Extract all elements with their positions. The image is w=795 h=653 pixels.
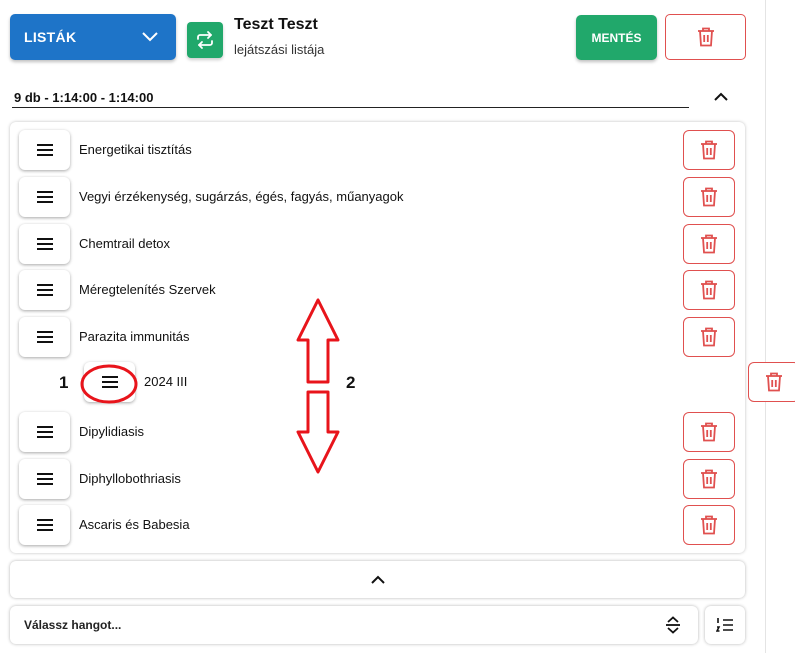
- trash-icon: [697, 27, 715, 47]
- delete-item-button[interactable]: [683, 317, 735, 357]
- drag-handle-icon: [36, 426, 53, 438]
- chevron-up-icon: [714, 92, 728, 101]
- delete-item-button[interactable]: [683, 130, 735, 170]
- drag-handle[interactable]: [19, 317, 70, 357]
- drag-handle-icon: [36, 331, 53, 343]
- drag-handle[interactable]: [19, 177, 70, 217]
- list-item: Dipylidiasis: [10, 412, 745, 452]
- list-item-label: Diphyllobothriasis: [79, 471, 181, 486]
- list-item-label: Chemtrail detox: [79, 236, 171, 251]
- drag-handle[interactable]: [19, 505, 70, 545]
- sound-select[interactable]: Válassz hangot...: [10, 606, 698, 644]
- trash-icon: [700, 327, 718, 347]
- list-item-label: Vegyi érzékenység, sugárzás, égés, fagyá…: [79, 189, 404, 204]
- expand-button[interactable]: [10, 561, 745, 598]
- list-item: Energetikai tisztítás: [10, 130, 745, 170]
- drag-handle[interactable]: [19, 412, 70, 452]
- delete-item-button[interactable]: [683, 224, 735, 264]
- dragging-item-handle[interactable]: [84, 362, 135, 402]
- trash-icon: [700, 469, 718, 489]
- swap-arrows-icon: [195, 30, 215, 50]
- delete-item-button[interactable]: [683, 459, 735, 499]
- trash-icon: [700, 280, 718, 300]
- divider: [765, 0, 766, 653]
- page-subtitle: lejátszási listája: [234, 42, 325, 57]
- delete-item-button[interactable]: [683, 177, 735, 217]
- list-item-label: Ascaris és Babesia: [79, 517, 190, 532]
- drag-handle[interactable]: [19, 270, 70, 310]
- drag-handle-icon: [36, 473, 53, 485]
- trash-icon: [700, 234, 718, 254]
- chevron-up-icon: [370, 575, 385, 584]
- drag-handle-icon: [36, 284, 53, 296]
- annotation-marker-2: 2: [346, 373, 356, 392]
- drag-handle[interactable]: [19, 224, 70, 264]
- playlist-items: Energetikai tisztítás Vegyi érzékenység,…: [10, 122, 745, 553]
- delete-playlist-button[interactable]: [665, 14, 746, 60]
- list-numbered-icon: [716, 617, 734, 633]
- collapse-button[interactable]: [711, 86, 731, 106]
- sound-select-value: Válassz hangot...: [24, 618, 122, 632]
- list-item: Ascaris és Babesia: [10, 505, 745, 545]
- delete-item-button[interactable]: [683, 270, 735, 310]
- trash-icon: [700, 515, 718, 535]
- list-item: Parazita immunitás: [10, 317, 745, 357]
- drag-handle-icon: [36, 191, 53, 203]
- list-item: Vegyi érzékenység, sugárzás, égés, fagyá…: [10, 177, 745, 217]
- save-button[interactable]: MENTÉS: [576, 15, 657, 60]
- lists-dropdown-label: LISTÁK: [24, 29, 77, 45]
- queue-list-button[interactable]: [705, 606, 745, 644]
- lists-dropdown-button[interactable]: LISTÁK: [10, 14, 176, 60]
- page-title: Teszt Teszt: [234, 16, 318, 33]
- list-item-label: Dipylidiasis: [79, 424, 145, 439]
- list-item-label: Méregtelenítés Szervek: [79, 282, 216, 297]
- swap-playlist-button[interactable]: [187, 22, 223, 58]
- list-item: Méregtelenítés Szervek: [10, 270, 745, 310]
- delete-item-button[interactable]: [683, 412, 735, 452]
- drag-handle-icon: [36, 144, 53, 156]
- drag-handle-icon: [101, 376, 118, 388]
- list-item: Chemtrail detox: [10, 224, 745, 264]
- trash-icon: [700, 422, 718, 442]
- trash-icon: [700, 187, 718, 207]
- playlist-editor: LISTÁK Teszt Teszt lejátszási listája ME…: [0, 0, 795, 653]
- drag-handle-icon: [36, 238, 53, 250]
- dragging-item-label: 2024 III: [144, 374, 188, 389]
- list-item-label: Energetikai tisztítás: [79, 142, 192, 157]
- chevron-down-icon: [142, 32, 158, 42]
- list-item: Diphyllobothriasis: [10, 459, 745, 499]
- summary-underline: [12, 107, 689, 108]
- annotation-marker-1: 1: [59, 373, 69, 392]
- list-item-label: Parazita immunitás: [79, 329, 190, 344]
- trash-icon: [765, 372, 783, 392]
- drag-handle-icon: [36, 519, 53, 531]
- drag-handle[interactable]: [19, 130, 70, 170]
- dragging-item-delete-button[interactable]: [748, 362, 795, 402]
- delete-item-button[interactable]: [683, 505, 735, 545]
- drag-handle[interactable]: [19, 459, 70, 499]
- playlist-summary: 9 db - 1:14:00 - 1:14:00: [14, 90, 154, 105]
- trash-icon: [700, 140, 718, 160]
- unfold-icon: [665, 616, 681, 634]
